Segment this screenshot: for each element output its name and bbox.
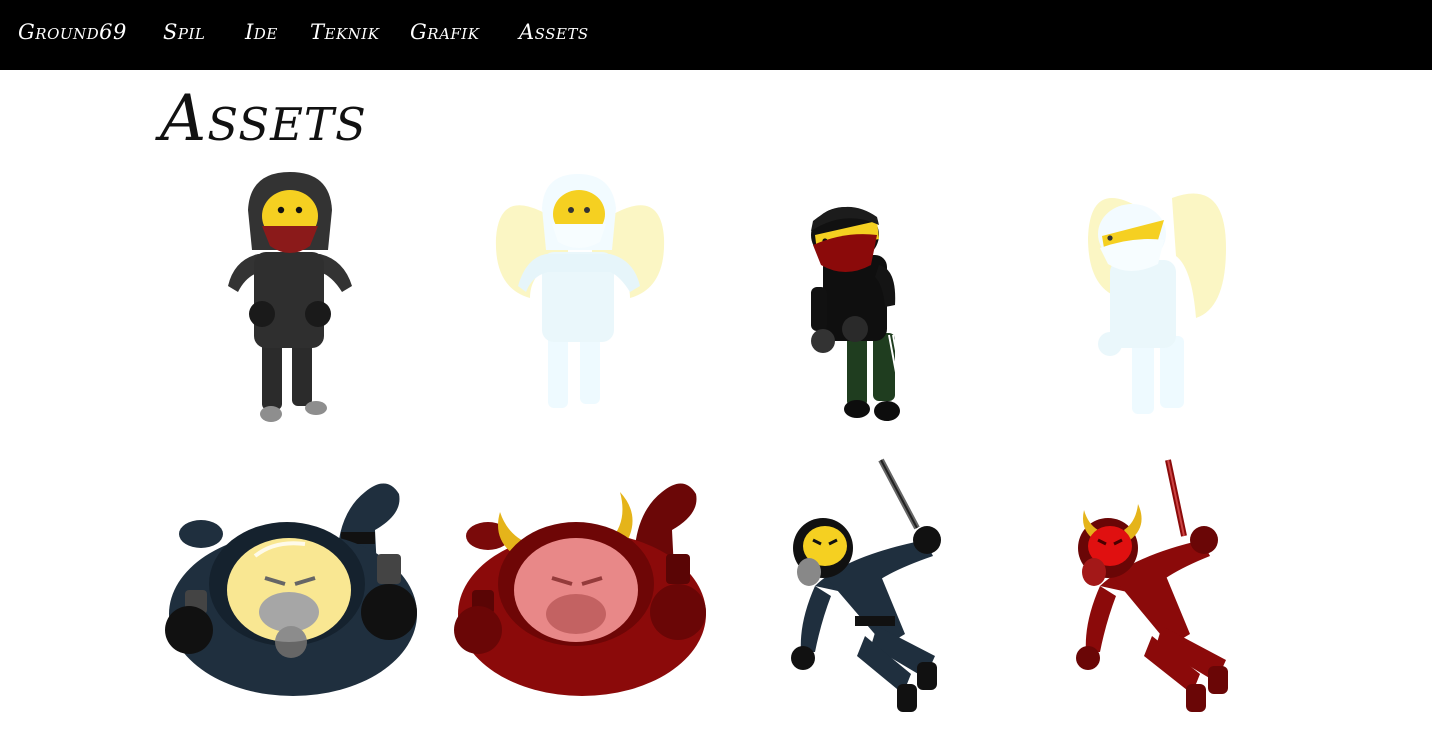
riot-police-shield-icon [165, 483, 417, 696]
devil-riot-police-shield-icon [454, 483, 706, 696]
nav-brand-link[interactable]: Ground69 [18, 20, 127, 44]
tracksuit-rioter-icon [811, 206, 906, 421]
angel-tracksuit-rioter-icon [1088, 193, 1226, 414]
nav-link-grafik[interactable]: Grafik [410, 20, 479, 44]
nav-link-assets[interactable]: Assets [519, 20, 589, 44]
devil-riot-police-baton-icon [1076, 459, 1228, 712]
top-navbar: Ground69 Spil Ide Teknik Grafik Assets [0, 0, 1432, 70]
page-title: Assets [160, 82, 367, 156]
nav-link-spil[interactable]: Spil [163, 20, 205, 44]
hooded-rioter-icon [228, 172, 352, 422]
angel-hooded-rioter-icon [495, 174, 665, 408]
riot-police-baton-icon [791, 458, 941, 712]
nav-link-ide[interactable]: Ide [245, 20, 278, 44]
nav-link-teknik[interactable]: Teknik [310, 20, 379, 44]
